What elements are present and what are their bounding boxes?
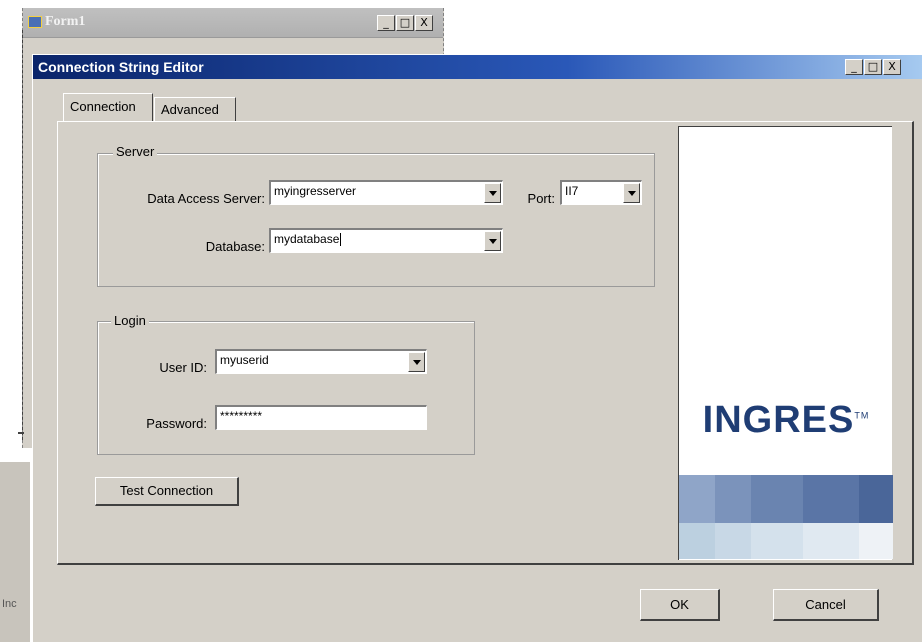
dialog-title: Connection String Editor xyxy=(38,59,204,75)
text-cursor xyxy=(340,233,342,247)
login-group-label: Login xyxy=(111,313,149,328)
password-value: ********* xyxy=(220,409,263,423)
selection-border xyxy=(22,30,23,440)
brand-tile xyxy=(859,475,893,523)
brand-tile xyxy=(803,475,859,523)
tab-connection[interactable]: Connection xyxy=(63,93,153,121)
password-field[interactable]: ********* xyxy=(215,405,427,430)
minimize-icon[interactable]: _ xyxy=(377,15,395,31)
login-group xyxy=(97,321,475,455)
background-side-text: Inc xyxy=(2,598,17,610)
server-group xyxy=(97,153,655,287)
port-label: Port: xyxy=(527,191,555,206)
close-icon[interactable]: X xyxy=(415,15,433,31)
chevron-down-icon[interactable] xyxy=(484,183,501,203)
form1-title: Form1 xyxy=(45,14,86,29)
ok-button[interactable]: OK xyxy=(640,589,720,621)
resize-handle[interactable] xyxy=(18,432,24,434)
chevron-down-icon[interactable] xyxy=(484,231,501,251)
maximize-icon[interactable]: □ xyxy=(396,15,414,31)
user-id-combo[interactable]: myuserid xyxy=(215,349,427,374)
server-group-label: Server xyxy=(113,144,158,159)
test-connection-button[interactable]: Test Connection xyxy=(95,477,239,506)
chevron-down-icon[interactable] xyxy=(408,352,425,372)
data-access-server-label: Data Access Server: xyxy=(147,191,265,206)
brand-tile xyxy=(715,475,751,523)
database-value: mydatabase xyxy=(274,232,340,246)
user-id-value: myuserid xyxy=(220,353,269,367)
minimize-icon[interactable]: _ xyxy=(845,59,863,75)
left-background-strip xyxy=(0,462,30,642)
cancel-button[interactable]: Cancel xyxy=(773,589,879,621)
password-label: Password: xyxy=(146,416,207,431)
data-access-server-value: myingresserver xyxy=(274,184,357,198)
form-icon xyxy=(28,16,42,28)
maximize-icon[interactable]: □ xyxy=(864,59,882,75)
port-value: II7 xyxy=(565,184,579,198)
user-id-label: User ID: xyxy=(159,360,207,375)
data-access-server-combo[interactable]: myingresserver xyxy=(269,180,503,205)
brand-tile xyxy=(751,475,803,523)
brand-tile xyxy=(715,523,751,559)
ingres-brand-panel: INGRESTM xyxy=(678,126,893,560)
chevron-down-icon[interactable] xyxy=(623,183,640,203)
dialog-titlebar: Connection String Editor _ □ X xyxy=(33,55,922,79)
brand-tile xyxy=(679,523,715,559)
brand-tile xyxy=(751,523,803,559)
form1-titlebar: Form1 _ □ X xyxy=(23,8,443,38)
tab-advanced[interactable]: Advanced xyxy=(154,97,236,121)
brand-tile xyxy=(803,523,859,559)
close-icon[interactable]: X xyxy=(883,59,901,75)
database-label: Database: xyxy=(205,239,265,254)
port-combo[interactable]: II7 xyxy=(560,180,642,205)
ingres-logo: INGRESTM xyxy=(702,399,870,441)
brand-tile xyxy=(859,523,893,559)
brand-tile xyxy=(679,475,715,523)
database-combo[interactable]: mydatabase xyxy=(269,228,503,253)
